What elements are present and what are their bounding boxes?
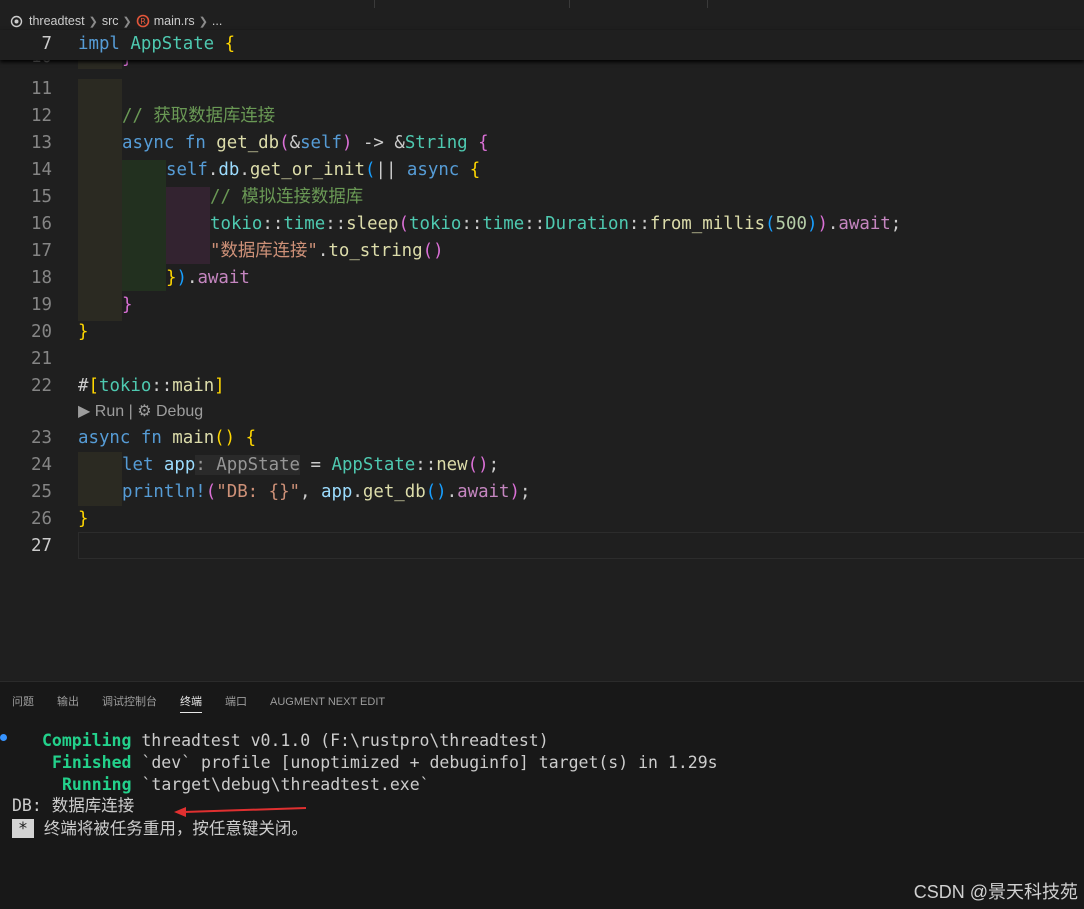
play-icon: ▶ — [78, 403, 91, 420]
code-line: } — [78, 509, 89, 529]
terminal-line: Compiling threadtest v0.1.0 (F:\rustpro\… — [42, 731, 549, 750]
rust-file-icon: R — [136, 14, 150, 28]
chevron-right-icon: ❯ — [122, 15, 132, 28]
breadcrumb: threadtest ❯ src ❯ R main.rs ❯ ... — [10, 12, 222, 30]
line-number: 11 — [31, 79, 52, 99]
line-number: 25 — [31, 482, 52, 502]
code-line: // 模拟连接数据库 — [210, 187, 364, 207]
indent-guide — [166, 187, 210, 264]
tab-augment-next-edit[interactable]: AUGMENT NEXT EDIT — [270, 694, 385, 712]
line-number: 12 — [31, 106, 52, 126]
line-number: 13 — [31, 133, 52, 153]
line-number: 14 — [31, 160, 52, 180]
tab-divider — [374, 0, 375, 8]
code-line: // 获取数据库连接 — [122, 106, 276, 126]
line-number: 19 — [31, 295, 52, 315]
indent-guide — [78, 452, 122, 506]
chevron-right-icon: ❯ — [198, 15, 208, 28]
tab-debug-console[interactable]: 调试控制台 — [102, 694, 157, 712]
sticky-code-line: impl AppState { — [78, 34, 236, 54]
folder-target-icon — [10, 15, 23, 28]
svg-text:R: R — [140, 17, 146, 26]
breadcrumb-project[interactable]: threadtest — [29, 14, 85, 28]
line-number: 26 — [31, 509, 52, 529]
code-line: } — [78, 322, 89, 342]
line-number: 15 — [31, 187, 52, 207]
line-number: 18 — [31, 268, 52, 288]
terminal-line: Finished `dev` profile [unoptimized + de… — [52, 753, 718, 772]
line-number: 21 — [31, 349, 52, 369]
annotation-arrow — [174, 807, 307, 817]
code-line: "数据库连接".to_string() — [210, 241, 444, 261]
breadcrumb-file[interactable]: main.rs — [154, 14, 195, 28]
code-editor[interactable]: 7 impl AppState { 10 } 11 12 // 获取数据库连接 … — [0, 30, 1084, 680]
line-number: 27 — [31, 536, 52, 556]
code-line: }).await — [166, 268, 250, 288]
terminal-line: * 终端将被任务重用，按任意键关闭。 — [12, 818, 308, 840]
line-number: 23 — [31, 428, 52, 448]
line-number: 17 — [31, 241, 52, 261]
debug-codelens[interactable]: ⚙ Debug — [137, 403, 203, 420]
code-line: async fn get_db(&self) -> &String { — [122, 133, 489, 153]
run-codelens[interactable]: ▶ Run — [78, 403, 124, 420]
code-line: println!("DB: {}", app.get_db().await); — [122, 482, 531, 502]
tab-problems[interactable]: 问题 — [12, 694, 34, 712]
watermark: CSDN @景天科技苑 — [913, 882, 1078, 902]
gear-icon: ⚙ — [137, 403, 152, 420]
code-line: tokio::time::sleep(tokio::time::Duration… — [210, 214, 902, 234]
codelens: ▶ Run | ⚙ Debug — [78, 403, 204, 420]
terminal-output: DB: 数据库连接 — [12, 796, 135, 815]
line-number: 22 — [31, 376, 52, 396]
tab-terminal[interactable]: 终端 — [180, 694, 202, 713]
tab-output[interactable]: 输出 — [57, 694, 79, 712]
breadcrumb-folder[interactable]: src — [102, 14, 119, 28]
tab-divider — [707, 0, 708, 8]
code-line: } — [122, 295, 133, 315]
code-line: #[tokio::main] — [78, 376, 225, 396]
terminal-status-dot — [0, 734, 7, 741]
terminal-line: Running `target\debug\threadtest.exe` — [62, 775, 430, 794]
type-inlay-hint: : AppState — [195, 455, 301, 475]
indent-guide — [122, 160, 166, 291]
code-line: self.db.get_or_init(|| async { — [166, 160, 481, 180]
current-line-highlight — [78, 532, 1084, 559]
breadcrumb-symbol[interactable]: ... — [212, 14, 222, 28]
code-line: let app: AppState = AppState::new(); — [122, 455, 500, 475]
line-number: 24 — [31, 455, 52, 475]
tab-divider — [569, 0, 570, 8]
tab-ports[interactable]: 端口 — [225, 694, 247, 712]
line-number: 20 — [31, 322, 52, 342]
indent-guide — [78, 79, 122, 321]
line-number: 16 — [31, 214, 52, 234]
sticky-scroll-header[interactable]: 7 impl AppState { — [0, 30, 1084, 60]
panel-tabs: 问题 输出 调试控制台 终端 端口 AUGMENT NEXT EDIT — [12, 694, 408, 713]
code-line: async fn main() { — [78, 428, 257, 448]
chevron-right-icon: ❯ — [88, 15, 98, 28]
line-number: 7 — [41, 34, 52, 54]
